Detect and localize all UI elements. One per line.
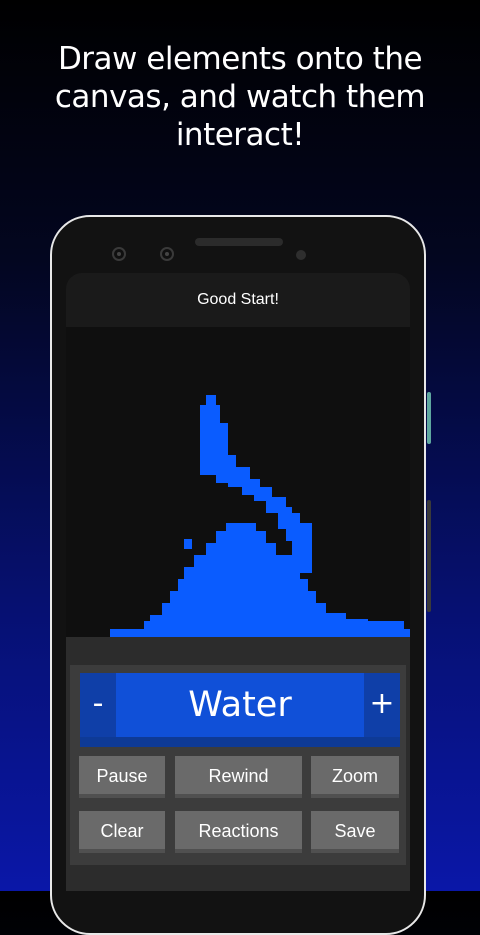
clear-button[interactable]: Clear (79, 811, 165, 853)
current-element-label: Water (188, 685, 292, 725)
proximity-sensor (296, 250, 306, 260)
water-pixel-block (206, 543, 276, 557)
earpiece-speaker (195, 238, 283, 246)
water-pixel-block (178, 579, 308, 593)
element-selector: - Water + (80, 673, 400, 747)
volume-rocker (427, 500, 431, 612)
power-button (427, 392, 431, 444)
secondary-camera-icon (160, 247, 174, 261)
previous-element-button[interactable]: - (80, 673, 116, 737)
water-pixel-block (292, 523, 312, 573)
water-pixel-block (110, 629, 230, 637)
water-pixel-block (380, 629, 410, 637)
promo-headline: Draw elements onto the canvas, and watch… (40, 40, 440, 154)
water-pixel-block (194, 555, 294, 569)
status-message: Good Start! (66, 273, 410, 327)
next-element-button[interactable]: + (364, 673, 400, 737)
water-pixel-block (206, 395, 216, 405)
reactions-button[interactable]: Reactions (175, 811, 302, 853)
headline-line-3: interact! (175, 117, 305, 153)
water-pixel-block (162, 603, 326, 617)
water-drawing (110, 395, 410, 637)
control-panel: - Water + Pause Rewind Zoom Clear Reacti… (66, 637, 410, 891)
control-panel-inner: - Water + Pause Rewind Zoom Clear Reacti… (70, 665, 406, 865)
pause-button[interactable]: Pause (79, 756, 165, 798)
water-pixel-block (184, 539, 192, 549)
water-pixel-block (328, 619, 368, 631)
save-button[interactable]: Save (311, 811, 399, 853)
rewind-button[interactable]: Rewind (175, 756, 302, 798)
app-screen: Good Start! - Water + Pause Rewind Zoom … (66, 273, 410, 891)
headline-line-2: canvas, and watch them (54, 79, 426, 115)
zoom-button[interactable]: Zoom (311, 756, 399, 798)
headline-line-1: Draw elements onto the (57, 41, 423, 77)
selector-underline (80, 737, 400, 747)
water-pixel-block (216, 531, 266, 545)
water-pixel-block (170, 591, 316, 605)
simulation-canvas[interactable] (66, 327, 410, 637)
water-pixel-block (184, 567, 300, 581)
front-camera-icon (112, 247, 126, 261)
